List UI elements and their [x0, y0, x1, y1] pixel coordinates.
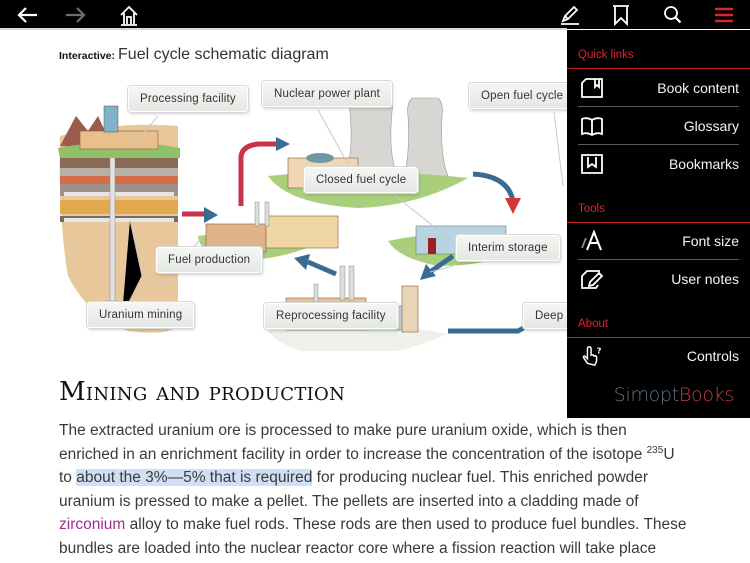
chimney [313, 283, 319, 303]
flow-arrow-head [294, 254, 310, 270]
mine-layer [60, 168, 178, 176]
text-line: zirconium alloy to make fuel rods. These… [59, 513, 739, 537]
font-size-icon [581, 230, 602, 251]
menu-item-label: Font size [682, 233, 739, 249]
glossary-link-zirconium[interactable]: zirconium [59, 516, 125, 533]
forward-button[interactable] [62, 2, 88, 28]
brand-part-1: Simopt [613, 384, 679, 406]
diagram-kicker: Interactive: [59, 50, 116, 62]
isotope-superscript: 235 [646, 444, 664, 456]
fuel-plant-building [265, 215, 339, 249]
chimney [254, 201, 260, 227]
callout-uranium-mining[interactable]: Uranium mining [87, 302, 195, 328]
chimney [348, 265, 355, 301]
leader-line [553, 111, 564, 187]
cooling-tower [403, 97, 449, 177]
hand-question-icon: ? [582, 345, 602, 367]
diagram-title-text: Fuel cycle schematic diagram [118, 46, 329, 63]
text-span: for producing nuclear fuel. This enriche… [312, 469, 649, 486]
menu-item-font-size[interactable]: Font size [578, 222, 739, 260]
callout-reprocessing-facility[interactable]: Reprocessing facility [264, 303, 398, 329]
text-span: U [663, 445, 675, 463]
user-notes-icon [581, 270, 604, 289]
side-menu: Quick links Book content Glossary Bookma… [567, 30, 750, 418]
home-icon [120, 5, 138, 26]
callout-nuclear-power-plant[interactable]: Nuclear power plant [262, 81, 393, 107]
callout-open-fuel-cycle[interactable]: Open fuel cycle [469, 83, 576, 109]
search-icon [664, 6, 682, 24]
fuel-cycle-diagram[interactable]: Processing facility Nuclear power plant … [58, 76, 583, 351]
home-button[interactable] [116, 2, 142, 28]
menu-item-label: Glossary [683, 118, 739, 134]
mine-tunnel [64, 192, 174, 196]
text-line: enriched in an enrichment facility in or… [59, 443, 739, 467]
body-paragraph: The extracted uranium ore is processed t… [59, 419, 739, 560]
mine-tunnel [64, 218, 174, 222]
top-toolbar [0, 0, 750, 30]
mine-layer [60, 200, 178, 214]
menu-item-user-notes[interactable]: User notes [578, 260, 739, 298]
menu-item-controls[interactable]: ? Controls [578, 337, 739, 375]
annotate-pencil-icon [561, 5, 579, 25]
mine-shaft [109, 153, 116, 305]
processing-building [79, 130, 159, 150]
menu-item-glossary[interactable]: Glossary [578, 107, 739, 145]
text-line: The extracted uranium ore is processed t… [59, 422, 627, 439]
reprocessing-tower [401, 285, 419, 333]
menu-icon [715, 7, 733, 23]
bookmark-button[interactable] [608, 2, 634, 28]
flow-arrow-plant-to-storage [472, 171, 516, 202]
menu-section-title: Quick links [578, 49, 634, 61]
callout-interim-storage[interactable]: Interim storage [456, 235, 560, 261]
brand-logo: SimoptBooks [613, 384, 735, 406]
menu-section-title: Tools [578, 203, 605, 215]
flow-arrow-head [204, 207, 218, 223]
menu-item-label: Controls [686, 348, 739, 364]
chimney [339, 265, 346, 301]
back-arrow-icon [17, 7, 37, 23]
menu-button[interactable] [711, 2, 737, 28]
menu-item-bookmarks[interactable]: Bookmarks [578, 145, 739, 183]
text-span: enriched in an enrichment facility in or… [59, 445, 647, 463]
menu-item-label: Book content [657, 80, 739, 96]
flow-arrow-fuel-to-plant [238, 141, 278, 206]
forward-arrow-icon [66, 7, 86, 23]
svg-text:?: ? [597, 345, 602, 355]
diagram-title: Interactive: Fuel cycle schematic diagram [59, 46, 329, 64]
annotate-button[interactable] [557, 2, 583, 28]
bookmarks-icon [581, 154, 603, 174]
text-span: alloy to make fuel rods. These rods are … [125, 516, 687, 533]
flow-arrow-head [505, 198, 521, 214]
text-line: bundles are loaded into the nuclear reac… [59, 539, 657, 557]
search-button[interactable] [660, 2, 686, 28]
flow-arrow-head [276, 137, 290, 151]
mine-layer [60, 158, 178, 168]
back-button[interactable] [15, 2, 41, 28]
flow-arrow-reprocessing-to-fuel [307, 259, 337, 277]
bookmark-icon [613, 5, 629, 26]
menu-item-label: User notes [671, 271, 739, 287]
callout-closed-fuel-cycle[interactable]: Closed fuel cycle [304, 167, 419, 193]
text-line: to about the 3%—5% that is required for … [59, 466, 739, 490]
section-heading: Mining and production [59, 377, 346, 407]
callout-fuel-production[interactable]: Fuel production [156, 247, 263, 273]
storage-door [428, 238, 436, 254]
text-line: uranium is pressed to make a pellet. The… [59, 492, 639, 510]
open-book-icon [581, 117, 603, 137]
menu-section-title: About [578, 318, 609, 330]
highlighted-text[interactable]: about the 3%—5% that is required [76, 469, 313, 486]
menu-item-book-content[interactable]: Book content [578, 69, 739, 107]
reactor-dome [306, 153, 334, 163]
book-content-icon [581, 78, 603, 98]
callout-processing-facility[interactable]: Processing facility [128, 86, 248, 112]
menu-item-label: Bookmarks [668, 156, 739, 172]
brand-part-2: Books [678, 384, 734, 406]
chimney [264, 201, 270, 227]
mine-layer [60, 176, 178, 184]
processing-tower [103, 105, 119, 133]
text-span: to [59, 469, 77, 486]
